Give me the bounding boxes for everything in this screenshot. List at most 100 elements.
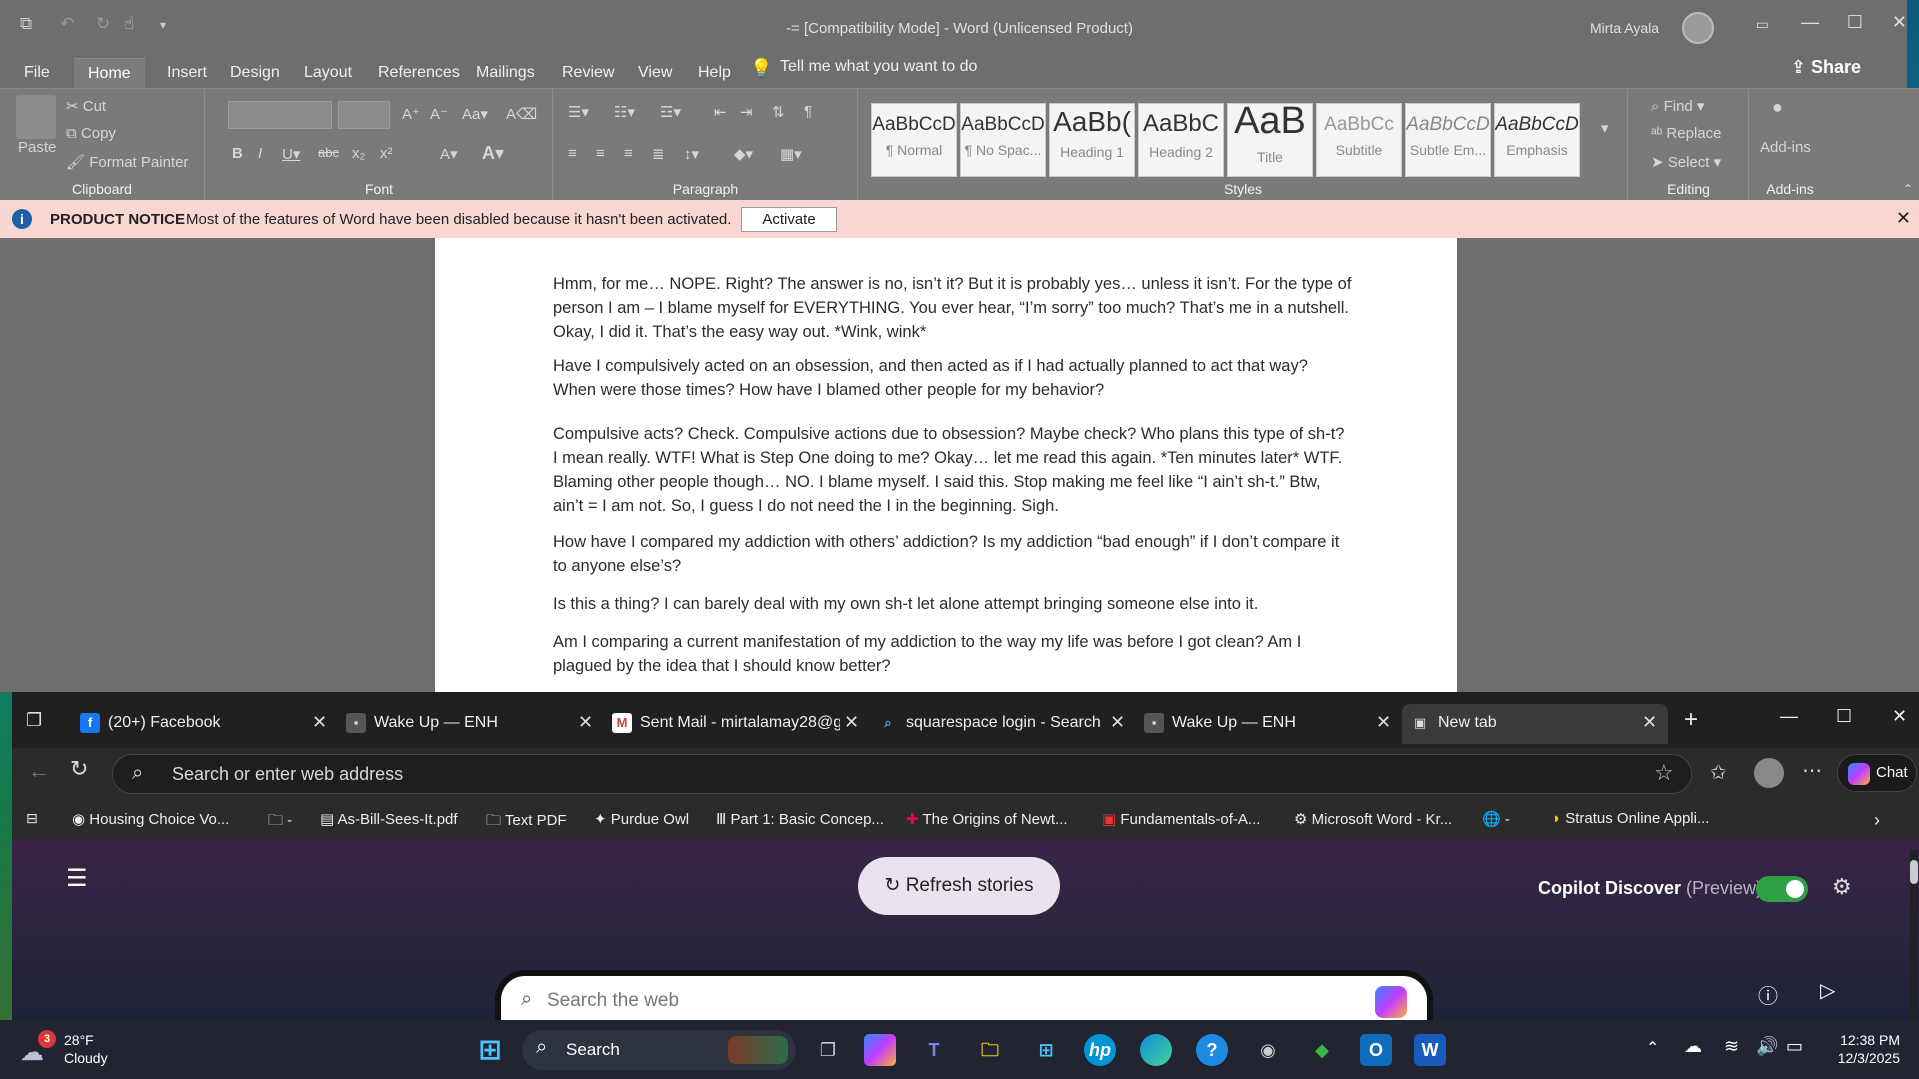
paragraph[interactable]: How have I compared my addiction with ot… [553,530,1353,578]
paragraph[interactable]: Is this a thing? I can barely deal with … [553,592,1353,616]
tab-actions-icon[interactable]: ❐ [26,710,42,731]
text-effects-icon[interactable]: A▾ [440,145,458,163]
bookmark-item[interactable]: ▣ Fundamentals-of-A... [1102,810,1260,828]
bookmark-item[interactable]: ▤ As-Bill-Sees-It.pdf [320,810,458,828]
favorites-icon[interactable]: ✩ [1710,760,1727,785]
taskbar-search[interactable]: ⌕ Search [522,1030,796,1070]
addins-icon[interactable]: ● [1772,97,1783,118]
multilevel-list-icon[interactable]: ☲▾ [660,103,681,121]
settings-gear-icon[interactable]: ⚙ [1832,874,1852,900]
minimize-icon[interactable]: — [1780,706,1798,727]
tab-mailings[interactable]: Mailings [462,58,549,88]
collapse-ribbon-icon[interactable]: ⌃ [1903,182,1913,196]
close-tab-icon[interactable]: ✕ [844,712,859,733]
close-tab-icon[interactable]: ✕ [1110,712,1125,733]
share-button[interactable]: ⇪ Share [1791,57,1861,78]
bookmark-item[interactable]: ◉ Housing Choice Vo... [72,810,229,828]
discover-toggle[interactable] [1756,876,1808,902]
paragraph[interactable]: Have I compulsively acted on an obsessio… [553,354,1353,402]
get-help-icon[interactable]: ? [1196,1034,1228,1066]
browser-tab[interactable]: ⌕ squarespace login - Search ✕ [870,704,1136,744]
store-icon[interactable]: ⊞ [1030,1034,1062,1066]
browser-tab[interactable]: ▪ Wake Up — ENH ✕ [1136,704,1402,744]
reading-view-icon[interactable]: ⊟ [26,810,38,827]
edge-icon[interactable] [1140,1034,1172,1066]
outlook-icon[interactable]: O [1360,1034,1392,1066]
browser-tab[interactable]: M Sent Mail - mirtalamay28@g ✕ [604,704,870,744]
battery-icon[interactable]: ▭ [1786,1036,1803,1057]
clock-time[interactable]: 12:38 PM [1830,1032,1900,1048]
browser-tab[interactable]: ▪ Wake Up — ENH ✕ [338,704,604,744]
copy-button[interactable]: ⧉ Copy [66,125,116,142]
addins-button[interactable]: Add-ins [1760,139,1811,156]
onedrive-icon[interactable]: ☁ [1684,1036,1702,1057]
font-color-icon[interactable]: A▾ [482,143,504,164]
scrollbar-thumb[interactable] [1910,860,1918,884]
close-icon[interactable]: ✕ [1892,12,1907,33]
copilot-icon[interactable] [1375,986,1407,1018]
styles-more-icon[interactable]: ▾ [1601,119,1609,137]
help-icon[interactable]: ⓘ [1758,980,1778,1009]
format-painter-button[interactable]: 🖌 Format Painter [66,153,188,171]
close-tab-icon[interactable]: ✕ [1642,712,1657,733]
tab-home[interactable]: Home [74,58,145,88]
bullets-icon[interactable]: ☰▾ [568,103,589,121]
find-button[interactable]: ⌕ Find ▾ [1651,97,1704,115]
tab-layout[interactable]: Layout [290,58,366,88]
tell-me-search[interactable]: Tell me what you want to do [780,58,977,76]
file-explorer-icon[interactable]: 🗀 [974,1034,1006,1066]
bookmark-folder[interactable]: 🗀 Text PDF [486,810,567,835]
chat-button[interactable]: Chat [1837,754,1917,792]
maps-icon[interactable]: ◆ [1306,1034,1338,1066]
close-tab-icon[interactable]: ✕ [312,712,327,733]
activate-button[interactable]: Activate [741,207,837,232]
close-tab-icon[interactable]: ✕ [1376,712,1391,733]
bookmark-item[interactable]: Ⅲ Part 1: Basic Concep... [716,810,884,828]
bookmark-item[interactable]: ◗ Stratus Online Appli... [1552,810,1709,827]
style-subtitle[interactable]: AaBbCc Subtitle [1316,103,1402,177]
justify-icon[interactable]: ≣ [652,145,665,163]
numbering-icon[interactable]: ☷▾ [614,103,635,121]
tab-view[interactable]: View [624,58,686,88]
shrink-font-icon[interactable]: A⁻ [430,105,448,123]
hamburger-menu-icon[interactable]: ☰ [66,864,88,893]
account-name[interactable]: Mirta Ayala [1590,20,1659,36]
browser-tab-active[interactable]: ▣ New tab ✕ [1402,704,1668,744]
teams-icon[interactable]: T [918,1034,950,1066]
paste-button[interactable]: Paste [18,139,56,156]
font-size-combo[interactable] [338,101,390,129]
clock-date[interactable]: 12/3/2025 [1830,1050,1900,1066]
font-name-combo[interactable] [228,101,332,129]
style-no-spacing[interactable]: AaBbCcD ¶ No Spac... [960,103,1046,177]
grow-font-icon[interactable]: A⁺ [402,105,420,123]
style-heading-1[interactable]: AaBb(Heading 1 [1049,103,1135,177]
tab-design[interactable]: Design [216,58,294,88]
cut-button[interactable]: ✂ Cut [66,97,106,115]
subscript-icon[interactable]: x₂ [352,145,365,162]
bookmark-item[interactable]: 🌐 - [1482,810,1510,828]
align-right-icon[interactable]: ≡ [624,145,633,162]
weather-widget[interactable]: ☁ 3 [20,1030,56,1068]
style-normal[interactable]: AaBbCcD ¶ Normal [871,103,957,177]
strikethrough-icon[interactable]: abc [318,145,339,160]
refresh-stories-button[interactable]: ↻ Refresh stories [858,857,1060,915]
wifi-icon[interactable]: ≋ [1724,1036,1739,1057]
new-tab-icon[interactable]: + [1684,706,1698,734]
document-page[interactable]: Hmm, for me… NOPE. Right? The answer is … [435,238,1457,698]
line-spacing-icon[interactable]: ↕▾ [684,145,699,163]
scrollbar[interactable] [1910,850,1918,1020]
search-placeholder[interactable]: Search the web [547,990,679,1012]
paragraph[interactable]: Hmm, for me… NOPE. Right? The answer is … [553,272,1353,344]
replace-button[interactable]: ᵃᵇ Replace [1651,125,1721,142]
favorite-star-icon[interactable]: ☆ [1654,760,1674,786]
ribbon-display-icon[interactable]: ▭ [1756,16,1769,33]
close-tab-icon[interactable]: ✕ [578,712,593,733]
tab-references[interactable]: References [364,58,474,88]
close-icon[interactable]: ✕ [1892,706,1907,727]
refresh-icon[interactable]: ↻ [70,756,88,782]
style-subtle-emphasis[interactable]: AaBbCcD Subtle Em... [1405,103,1491,177]
underline-icon[interactable]: U▾ [282,145,300,163]
camera-icon[interactable]: ◉ [1252,1034,1284,1066]
browser-tab[interactable]: f (20+) Facebook ✕ [72,704,338,744]
bold-icon[interactable]: B [232,145,243,162]
